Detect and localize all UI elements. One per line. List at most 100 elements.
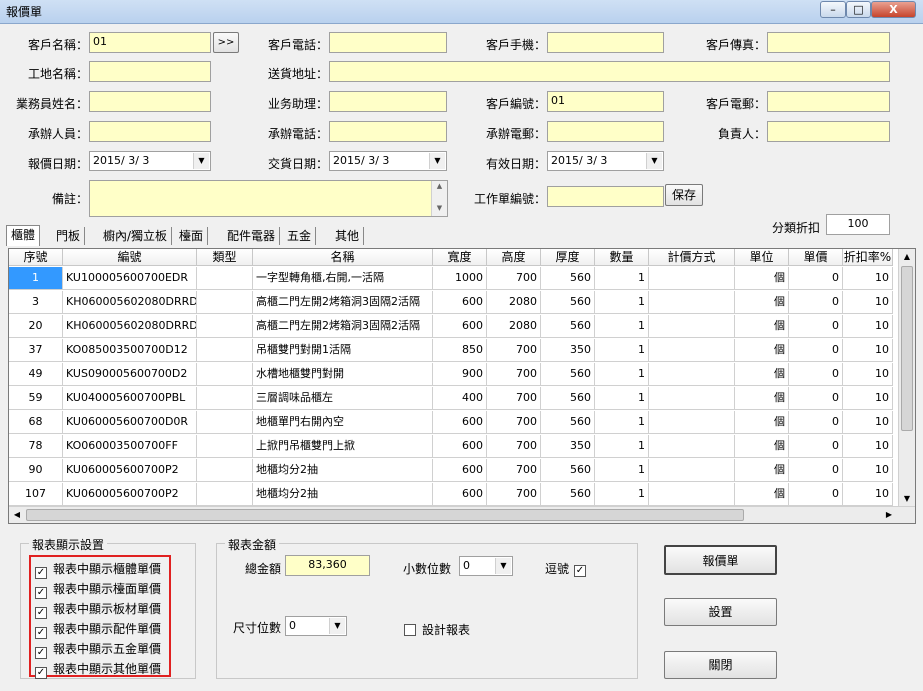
table-cell[interactable]: 900 bbox=[433, 363, 487, 386]
grid-vertical-scrollbar[interactable]: ▲ ▼ bbox=[898, 249, 915, 507]
table-cell[interactable]: KU060005600700P2 bbox=[63, 459, 197, 482]
column-header[interactable]: 單位 bbox=[735, 249, 789, 266]
quote-report-button[interactable]: 報價單 bbox=[664, 545, 777, 575]
table-cell[interactable]: KU040005600700PBL bbox=[63, 387, 197, 410]
table-cell[interactable]: 0 bbox=[789, 267, 843, 290]
close-button[interactable]: 關閉 bbox=[664, 651, 777, 679]
table-cell[interactable] bbox=[197, 291, 253, 314]
quote-date-picker[interactable]: 2015/ 3/ 3 ▼ bbox=[89, 151, 211, 171]
table-cell[interactable]: 個 bbox=[735, 339, 789, 362]
table-cell[interactable]: 2080 bbox=[487, 315, 541, 338]
sales-name-field[interactable] bbox=[89, 91, 211, 112]
table-cell[interactable]: 個 bbox=[735, 435, 789, 458]
table-cell[interactable]: 700 bbox=[487, 387, 541, 410]
table-cell[interactable]: 1 bbox=[595, 267, 649, 290]
table-cell[interactable]: 個 bbox=[735, 291, 789, 314]
table-cell[interactable]: 1000 bbox=[433, 267, 487, 290]
tab-panel[interactable]: 櫥內/獨立板 bbox=[99, 227, 173, 245]
table-cell[interactable]: 10 bbox=[843, 387, 893, 410]
table-cell[interactable]: 1 bbox=[595, 315, 649, 338]
table-cell[interactable]: 地櫃均分2抽 bbox=[253, 483, 433, 506]
table-cell[interactable]: 10 bbox=[843, 339, 893, 362]
table-cell[interactable]: 20 bbox=[9, 315, 63, 338]
settings-button[interactable]: 設置 bbox=[664, 598, 777, 626]
table-cell[interactable] bbox=[197, 483, 253, 506]
column-header[interactable]: 計價方式 bbox=[649, 249, 735, 266]
scroll-thumb-horizontal[interactable] bbox=[26, 509, 744, 521]
table-cell[interactable]: 600 bbox=[433, 435, 487, 458]
table-cell[interactable]: 個 bbox=[735, 315, 789, 338]
table-cell[interactable]: 560 bbox=[541, 315, 595, 338]
tab-door[interactable]: 門板 bbox=[52, 227, 86, 245]
category-discount-field[interactable]: 100 bbox=[826, 214, 890, 235]
table-cell[interactable]: 0 bbox=[789, 291, 843, 314]
table-cell[interactable]: 1 bbox=[595, 435, 649, 458]
table-cell[interactable]: 560 bbox=[541, 411, 595, 434]
table-cell[interactable]: 59 bbox=[9, 387, 63, 410]
table-cell[interactable]: 90 bbox=[9, 459, 63, 482]
table-cell[interactable] bbox=[197, 363, 253, 386]
decimals-select[interactable]: 0 ▼ bbox=[459, 556, 513, 576]
site-name-field[interactable] bbox=[89, 61, 211, 82]
table-cell[interactable]: KU100005600700EDR bbox=[63, 267, 197, 290]
tab-cabinet[interactable]: 櫃體 bbox=[6, 225, 41, 246]
table-cell[interactable]: 78 bbox=[9, 435, 63, 458]
customer-phone-field[interactable] bbox=[329, 32, 447, 53]
table-cell[interactable]: 1 bbox=[9, 267, 63, 290]
size-decimals-select[interactable]: 0 ▼ bbox=[285, 616, 347, 636]
table-cell[interactable]: 700 bbox=[487, 363, 541, 386]
table-cell[interactable]: 個 bbox=[735, 387, 789, 410]
table-cell[interactable]: 1 bbox=[595, 459, 649, 482]
table-cell[interactable]: 個 bbox=[735, 267, 789, 290]
table-cell[interactable]: 吊櫃雙門對開1活隔 bbox=[253, 339, 433, 362]
table-cell[interactable]: 600 bbox=[433, 483, 487, 506]
table-cell[interactable]: 0 bbox=[789, 459, 843, 482]
table-cell[interactable]: 個 bbox=[735, 363, 789, 386]
table-cell[interactable] bbox=[197, 387, 253, 410]
show-hardware-price-checkbox[interactable]: ✓ 報表中顯示五金單價 bbox=[35, 640, 161, 659]
table-cell[interactable]: 10 bbox=[843, 459, 893, 482]
table-cell[interactable]: 水槽地櫃雙門對開 bbox=[253, 363, 433, 386]
tab-appliance[interactable]: 配件電器 bbox=[223, 227, 281, 245]
column-header[interactable]: 寬度 bbox=[433, 249, 487, 266]
table-cell[interactable] bbox=[649, 267, 735, 290]
column-header[interactable]: 名稱 bbox=[253, 249, 433, 266]
table-cell[interactable]: 2080 bbox=[487, 291, 541, 314]
table-cell[interactable]: 37 bbox=[9, 339, 63, 362]
table-cell[interactable]: 三層調味品櫃左 bbox=[253, 387, 433, 410]
table-cell[interactable] bbox=[649, 435, 735, 458]
scroll-down-icon[interactable]: ▼ bbox=[899, 491, 915, 507]
table-cell[interactable]: 700 bbox=[487, 459, 541, 482]
show-board-price-checkbox[interactable]: ✓ 報表中顯示板材單價 bbox=[35, 600, 161, 619]
table-cell[interactable]: 1 bbox=[595, 291, 649, 314]
table-cell[interactable]: 1 bbox=[595, 363, 649, 386]
owner-field[interactable] bbox=[767, 121, 890, 142]
table-cell[interactable]: 560 bbox=[541, 363, 595, 386]
design-report-checkbox[interactable]: 設計報表 bbox=[404, 621, 470, 638]
table-cell[interactable]: 0 bbox=[789, 315, 843, 338]
table-cell[interactable]: KO060003500700FF bbox=[63, 435, 197, 458]
tab-other[interactable]: 其他 bbox=[331, 227, 365, 245]
table-cell[interactable]: 49 bbox=[9, 363, 63, 386]
tab-countertop[interactable]: 檯面 bbox=[175, 227, 209, 245]
table-cell[interactable]: 600 bbox=[433, 315, 487, 338]
table-cell[interactable] bbox=[197, 315, 253, 338]
table-cell[interactable]: 0 bbox=[789, 387, 843, 410]
save-button[interactable]: 保存 bbox=[665, 184, 703, 206]
table-cell[interactable]: 600 bbox=[433, 459, 487, 482]
table-cell[interactable] bbox=[649, 459, 735, 482]
column-header[interactable]: 單價 bbox=[789, 249, 843, 266]
customer-email-field[interactable] bbox=[767, 91, 890, 112]
column-header[interactable]: 折扣率% bbox=[843, 249, 893, 266]
table-cell[interactable]: 高櫃二門左開2烤箱洞3固隔2活隔 bbox=[253, 291, 433, 314]
customer-mobile-field[interactable] bbox=[547, 32, 664, 53]
table-cell[interactable] bbox=[649, 339, 735, 362]
table-cell[interactable]: 600 bbox=[433, 411, 487, 434]
table-cell[interactable]: 560 bbox=[541, 291, 595, 314]
table-cell[interactable]: 10 bbox=[843, 483, 893, 506]
table-cell[interactable] bbox=[649, 411, 735, 434]
table-cell[interactable]: 700 bbox=[487, 411, 541, 434]
minimize-button[interactable]: – bbox=[820, 1, 846, 18]
delivery-date-picker[interactable]: 2015/ 3/ 3 ▼ bbox=[329, 151, 447, 171]
table-cell[interactable]: 地櫃單門右開內空 bbox=[253, 411, 433, 434]
